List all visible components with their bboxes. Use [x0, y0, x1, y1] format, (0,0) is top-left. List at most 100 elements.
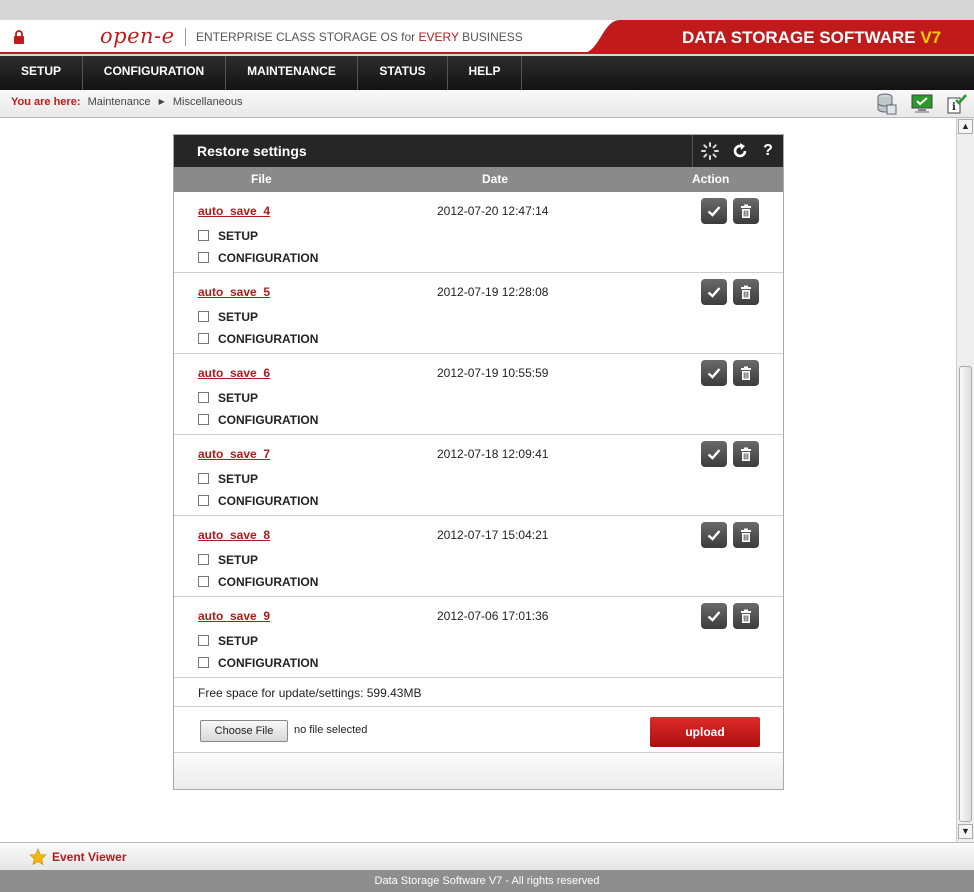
trash-icon [741, 366, 751, 380]
configuration-checkbox[interactable] [198, 333, 209, 344]
setup-checkbox[interactable] [198, 473, 209, 484]
breadcrumb-item-maintenance[interactable]: Maintenance [88, 96, 151, 108]
nav-maintenance[interactable]: MAINTENANCE [226, 56, 358, 90]
nav-help[interactable]: HELP [448, 56, 522, 90]
no-file-text: no file selected [294, 724, 368, 736]
nav-status[interactable]: STATUS [358, 56, 448, 90]
setup-checkbox[interactable] [198, 635, 209, 646]
upload-row: Choose File no file selected upload [174, 707, 783, 753]
scroll-thumb[interactable] [959, 366, 972, 822]
breadcrumb-arrow-icon: ▶ [158, 97, 165, 106]
checkmark-icon [707, 449, 721, 460]
setup-label: SETUP [218, 391, 259, 405]
delete-button[interactable] [733, 198, 759, 224]
file-link[interactable]: auto_save_4 [198, 204, 270, 218]
file-link[interactable]: auto_save_7 [198, 447, 270, 461]
free-space-row: Free space for update/settings: 599.43MB [174, 678, 783, 707]
setup-label: SETUP [218, 229, 259, 243]
setup-checkbox[interactable] [198, 392, 209, 403]
checkmark-icon [707, 206, 721, 217]
setup-label: SETUP [218, 310, 259, 324]
delete-button[interactable] [733, 441, 759, 467]
checkmark-icon [707, 611, 721, 622]
file-date: 2012-07-19 12:28:08 [437, 285, 549, 299]
refresh-icon[interactable] [730, 141, 750, 161]
vertical-scrollbar[interactable]: ▲ ▼ [956, 118, 974, 842]
trash-icon [741, 528, 751, 542]
table-row: auto_save_5 2012-07-19 12:28:08 SETUP CONFI… [174, 273, 783, 354]
help-icon[interactable]: ? [758, 141, 778, 161]
setup-label: SETUP [218, 472, 259, 486]
delete-button[interactable] [733, 522, 759, 548]
file-date: 2012-07-17 15:04:21 [437, 528, 549, 542]
configuration-label: CONFIGURATION [218, 332, 319, 346]
configuration-checkbox[interactable] [198, 495, 209, 506]
event-viewer-link[interactable]: Event Viewer [52, 850, 126, 864]
file-link[interactable]: auto_save_6 [198, 366, 270, 380]
col-date: Date [482, 172, 509, 186]
panel-titlebar: Restore settings ? [174, 135, 783, 167]
checkmark-icon [707, 530, 721, 541]
header-tagline: ENTERPRISE CLASS STORAGE OS for EVERY BU… [196, 30, 523, 44]
file-date: 2012-07-18 12:09:41 [437, 447, 549, 461]
free-space-text: Free space for update/settings: 599.43MB [198, 686, 422, 700]
file-link[interactable]: auto_save_8 [198, 528, 270, 542]
database-icon[interactable] [874, 92, 898, 116]
col-file: File [251, 172, 272, 186]
setup-checkbox[interactable] [198, 230, 209, 241]
configuration-checkbox[interactable] [198, 414, 209, 425]
svg-text:i: i [952, 102, 956, 113]
app-header: open-e ENTERPRISE CLASS STORAGE OS for E… [0, 20, 974, 54]
trash-icon [741, 285, 751, 299]
configuration-label: CONFIGURATION [218, 251, 319, 265]
checkmark-icon [707, 287, 721, 298]
delete-button[interactable] [733, 279, 759, 305]
table-row: auto_save_9 2012-07-06 17:01:36 SETUP CONFI… [174, 597, 783, 678]
open-e-logo: open-e [100, 24, 175, 48]
restore-button[interactable] [701, 441, 727, 467]
footer: Data Storage Software V7 - All rights re… [0, 870, 974, 892]
star-icon [29, 848, 47, 866]
configuration-checkbox[interactable] [198, 576, 209, 587]
panel-tools: ? [692, 135, 783, 167]
setup-label: SETUP [218, 634, 259, 648]
restore-button[interactable] [701, 198, 727, 224]
nav-setup[interactable]: SETUP [0, 56, 83, 90]
table-row: auto_save_8 2012-07-17 15:04:21 SETUP CONFI… [174, 516, 783, 597]
breadcrumb-item-miscellaneous[interactable]: Miscellaneous [173, 96, 243, 108]
breadcrumb-label: You are here: [11, 96, 81, 108]
lock-icon [14, 30, 24, 44]
table-header: File Date Action [174, 167, 783, 192]
configuration-checkbox[interactable] [198, 657, 209, 668]
configuration-label: CONFIGURATION [218, 656, 319, 670]
event-viewer-bar: Event Viewer [0, 842, 974, 870]
panel-footer [174, 753, 783, 789]
delete-button[interactable] [733, 360, 759, 386]
setup-checkbox[interactable] [198, 554, 209, 565]
restore-button[interactable] [701, 360, 727, 386]
table-row: auto_save_7 2012-07-18 12:09:41 SETUP CONFI… [174, 435, 783, 516]
monitor-icon[interactable] [910, 92, 934, 116]
trash-icon [741, 447, 751, 461]
configuration-label: CONFIGURATION [218, 413, 319, 427]
file-link[interactable]: auto_save_5 [198, 285, 270, 299]
restore-button[interactable] [701, 279, 727, 305]
choose-file-button[interactable]: Choose File [200, 720, 288, 742]
scroll-up-icon[interactable]: ▲ [958, 119, 973, 134]
info-check-icon[interactable]: i [944, 92, 968, 116]
file-link[interactable]: auto_save_9 [198, 609, 270, 623]
trash-icon [741, 609, 751, 623]
nav-configuration[interactable]: CONFIGURATION [83, 56, 226, 90]
main-nav: SETUP CONFIGURATION MAINTENANCE STATUS H… [0, 56, 974, 90]
scroll-down-icon[interactable]: ▼ [958, 824, 973, 839]
trash-icon [741, 204, 751, 218]
panel-title: Restore settings [197, 143, 307, 159]
configuration-label: CONFIGURATION [218, 575, 319, 589]
delete-button[interactable] [733, 603, 759, 629]
restore-button[interactable] [701, 522, 727, 548]
setup-checkbox[interactable] [198, 311, 209, 322]
restore-settings-panel: Restore settings ? File Date Action auto… [173, 134, 784, 790]
upload-button[interactable]: upload [650, 717, 760, 747]
restore-button[interactable] [701, 603, 727, 629]
configuration-checkbox[interactable] [198, 252, 209, 263]
